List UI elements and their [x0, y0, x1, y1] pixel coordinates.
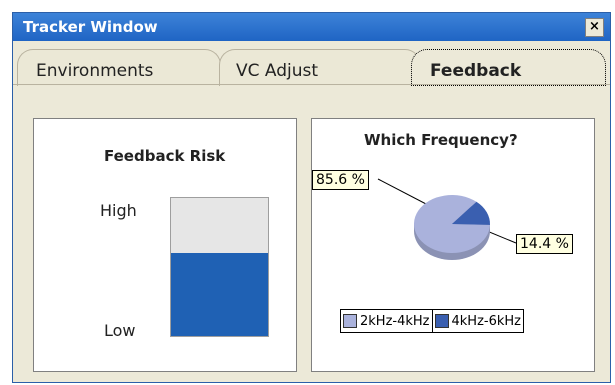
- legend-swatch-4khz: [434, 314, 449, 328]
- slice-label-4khz: 14.4 %: [516, 234, 573, 254]
- legend-label-4khz: 4kHz-6kHz: [451, 313, 522, 329]
- legend-label-2khz: 2kHz-4kHz: [360, 313, 430, 329]
- feedback-content: Feedback Risk High Low Which Frequency? …: [13, 85, 610, 382]
- frequency-panel: Which Frequency? 85.6 % 14.4 % 2kHz-4kHz…: [311, 118, 595, 372]
- tab-vc-adjust-label: VC Adjust: [236, 61, 319, 81]
- slice-label-2khz: 85.6 %: [312, 170, 369, 190]
- title-bar[interactable]: Tracker Window ×: [13, 13, 610, 41]
- legend-swatch-2khz: [343, 314, 357, 328]
- tab-environments-label: Environments: [36, 61, 154, 81]
- window-title: Tracker Window: [23, 18, 158, 36]
- tab-bar: Environments VC Adjust Feedback: [13, 41, 610, 86]
- low-label: Low: [104, 321, 136, 340]
- legend-item-4khz: 4kHz-6kHz: [431, 310, 524, 332]
- tab-vc-adjust[interactable]: VC Adjust: [219, 49, 421, 86]
- close-button[interactable]: ×: [585, 18, 604, 37]
- tab-feedback[interactable]: Feedback: [411, 49, 606, 86]
- tracker-window: Tracker Window × Environments VC Adjust …: [12, 12, 611, 383]
- feedback-risk-title: Feedback Risk: [104, 147, 226, 165]
- tab-environments[interactable]: Environments: [17, 49, 221, 86]
- tab-feedback-label: Feedback: [430, 61, 522, 81]
- pie-slices: [414, 195, 490, 260]
- feedback-risk-level: [171, 253, 268, 336]
- feedback-risk-meter: [170, 197, 269, 337]
- legend-item-2khz: 2kHz-4kHz: [341, 310, 432, 332]
- leader-line-2khz: [377, 178, 429, 206]
- feedback-risk-panel: Feedback Risk High Low: [33, 118, 297, 372]
- high-label: High: [100, 201, 137, 220]
- chart-legend: 2kHz-4kHz 4kHz-6kHz: [340, 309, 524, 333]
